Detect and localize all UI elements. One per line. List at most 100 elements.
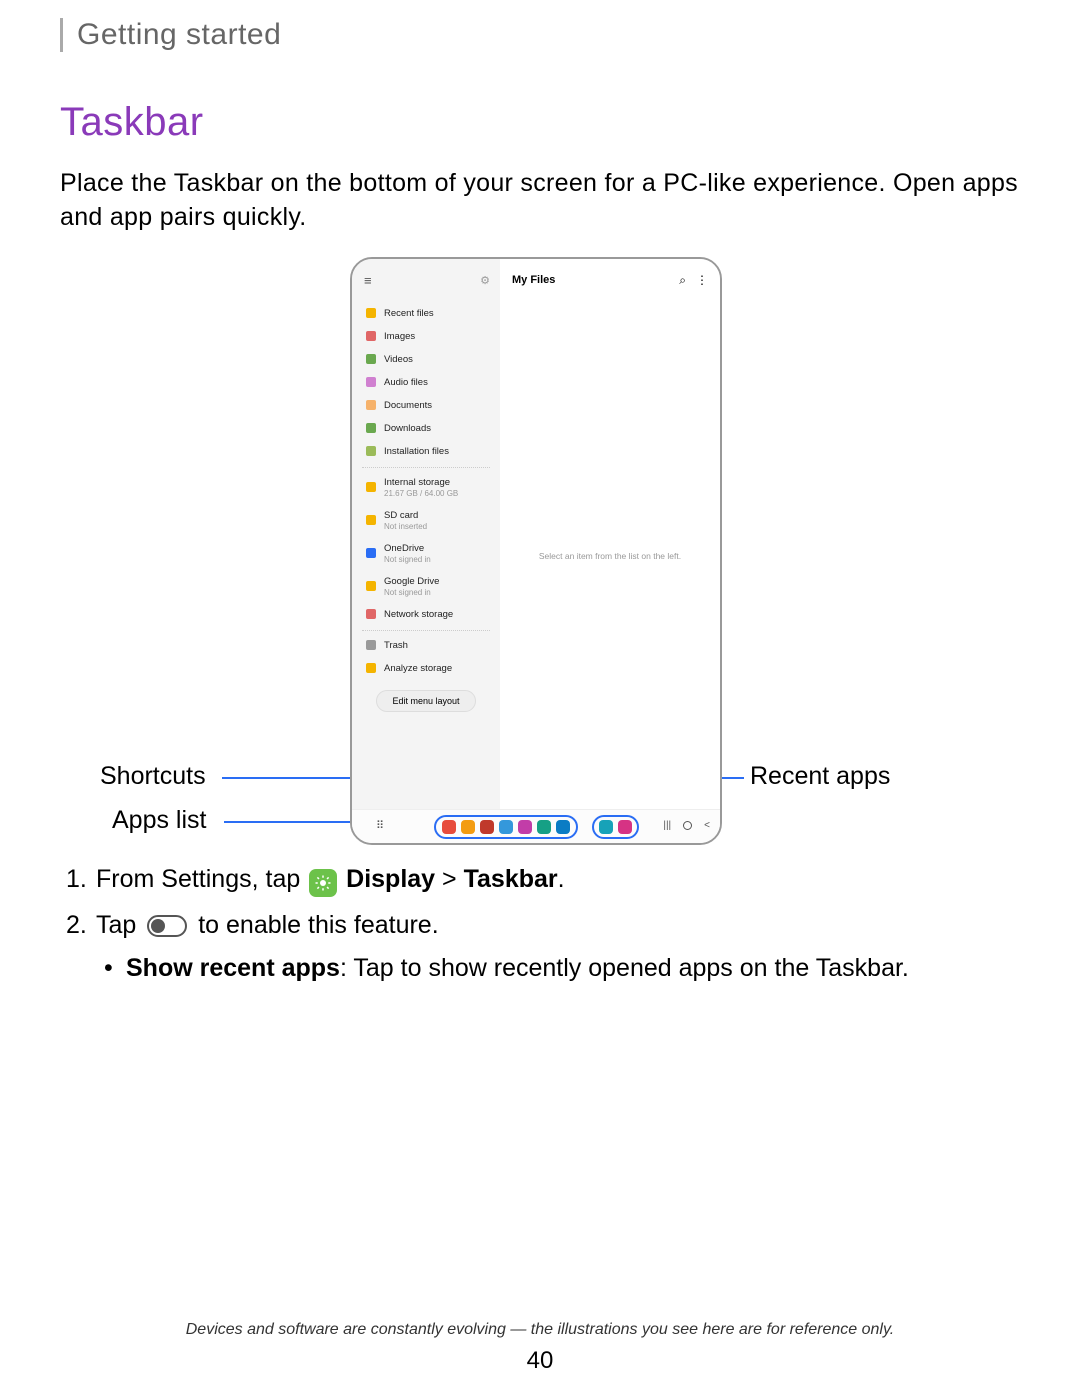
category-icon (366, 515, 376, 525)
text-bold: Taskbar (464, 865, 558, 893)
callout-shortcuts: Shortcuts (100, 762, 206, 791)
taskbar-shortcuts (434, 815, 578, 839)
sidebar-item-label: Images (384, 331, 415, 342)
taskbar-app-icon[interactable] (499, 820, 513, 834)
sidebar-item[interactable]: Downloads (352, 417, 500, 440)
category-icon (366, 663, 376, 673)
taskbar-app-icon[interactable] (599, 820, 613, 834)
empty-hint: Select an item from the list on the left… (500, 551, 720, 561)
sidebar-item-label: Documents (384, 400, 432, 411)
sidebar-item-label: Analyze storage (384, 663, 452, 674)
taskbar-app-icon[interactable] (518, 820, 532, 834)
category-icon (366, 581, 376, 591)
taskbar-app-icon[interactable] (537, 820, 551, 834)
callout-apps-list: Apps list (112, 806, 206, 835)
hamburger-icon[interactable]: ≡ (364, 273, 372, 288)
category-icon (366, 400, 376, 410)
taskbar-recent (592, 815, 639, 839)
manual-page: Getting started Taskbar Place the Taskba… (0, 0, 1080, 1397)
text: > (435, 865, 464, 893)
category-icon (366, 331, 376, 341)
pane-title: My Files (512, 274, 555, 286)
sidebar-item-label: Recent files (384, 308, 434, 319)
step-1: 1. From Settings, tap Display > Taskbar. (60, 865, 1035, 897)
text: From Settings, tap (96, 865, 307, 893)
sidebar-item[interactable]: Audio files (352, 371, 500, 394)
taskbar-app-icon[interactable] (442, 820, 456, 834)
page-number: 40 (0, 1347, 1080, 1375)
sidebar-item[interactable]: Videos (352, 348, 500, 371)
sidebar-item[interactable]: Trash (352, 634, 500, 657)
category-icon (366, 423, 376, 433)
sidebar-item[interactable]: Images (352, 325, 500, 348)
sidebar-item-label: Internal storage21.67 GB / 64.00 GB (384, 477, 458, 498)
more-icon[interactable]: ⋮ (696, 273, 708, 287)
sidebar-item[interactable]: Network storage (352, 603, 500, 626)
text: . (558, 865, 565, 893)
file-main-pane: My Files ⌕ ⋮ Select an item from the lis… (500, 259, 720, 843)
breadcrumb: Getting started (77, 18, 1035, 52)
display-settings-icon (309, 869, 337, 897)
sidebar-item-label: Network storage (384, 609, 453, 620)
sidebar-item[interactable]: SD cardNot inserted (352, 504, 500, 537)
instruction-list: 1. From Settings, tap Display > Taskbar.… (60, 865, 1035, 983)
text-bold: Display (346, 865, 435, 893)
page-title: Taskbar (60, 100, 1035, 145)
header-container: Getting started (60, 18, 1035, 52)
taskbar-app-icon[interactable] (480, 820, 494, 834)
device-mockup: ≡ ⚙ Recent files Images Videos Audio files D… (350, 257, 722, 845)
category-icon (366, 609, 376, 619)
category-icon (366, 377, 376, 387)
step-2: 2. Tap to enable this feature. (60, 911, 1035, 940)
step-2-bullet: • Show recent apps: Tap to show recently… (104, 954, 1035, 983)
intro-paragraph: Place the Taskbar on the bottom of your … (60, 167, 1035, 235)
sidebar-item-label: Audio files (384, 377, 428, 388)
step-2-text: Tap to enable this feature. (96, 911, 439, 940)
sidebar-item[interactable]: Analyze storage (352, 657, 500, 680)
taskbar-app-icon[interactable] (618, 820, 632, 834)
sidebar-item[interactable]: Documents (352, 394, 500, 417)
text-bold: Show recent apps (126, 954, 340, 982)
callout-recent-apps: Recent apps (750, 762, 890, 791)
sidebar-item-label: OneDriveNot signed in (384, 543, 431, 564)
sidebar-item-label: Installation files (384, 446, 449, 457)
text: to enable this feature. (191, 911, 438, 939)
gear-icon[interactable]: ⚙ (480, 274, 490, 287)
bullet-icon: • (104, 954, 126, 983)
sidebar-item-label: Downloads (384, 423, 431, 434)
nav-buttons: ||| < (663, 820, 710, 831)
category-icon (366, 640, 376, 650)
sidebar-item-label: Google DriveNot signed in (384, 576, 439, 597)
step-number: 1. (60, 865, 96, 897)
category-icon (366, 482, 376, 492)
toggle-icon (147, 915, 187, 937)
figure: Shortcuts Apps list Recent apps ≡ ⚙ Rece… (60, 257, 1035, 847)
sidebar-item[interactable]: Internal storage21.67 GB / 64.00 GB (352, 471, 500, 504)
sidebar-item[interactable]: OneDriveNot signed in (352, 537, 500, 570)
sidebar-item-label: SD cardNot inserted (384, 510, 427, 531)
sidebar-item[interactable]: Google DriveNot signed in (352, 570, 500, 603)
category-icon (366, 446, 376, 456)
category-icon (366, 548, 376, 558)
category-icon (366, 308, 376, 318)
search-icon[interactable]: ⌕ (679, 273, 686, 288)
category-icon (366, 354, 376, 364)
step-1-text: From Settings, tap Display > Taskbar. (96, 865, 565, 897)
sidebar-item[interactable]: Recent files (352, 302, 500, 325)
nav-recents-icon[interactable]: ||| (663, 820, 671, 831)
sidebar-item[interactable]: Installation files (352, 440, 500, 463)
taskbar-app-icon[interactable] (556, 820, 570, 834)
apps-grid-icon[interactable]: ⠿ (376, 819, 383, 832)
text: Tap (96, 911, 143, 939)
sidebar-item-label: Trash (384, 640, 408, 651)
nav-home-icon[interactable] (683, 821, 692, 830)
nav-back-icon[interactable]: < (704, 820, 710, 831)
footer-note: Devices and software are constantly evol… (0, 1321, 1080, 1339)
step-number: 2. (60, 911, 96, 940)
file-sidebar: ≡ ⚙ Recent files Images Videos Audio files D… (352, 259, 500, 843)
edit-menu-layout-button[interactable]: Edit menu layout (376, 690, 476, 712)
sidebar-item-label: Videos (384, 354, 413, 365)
taskbar-app-icon[interactable] (461, 820, 475, 834)
bullet-text: Show recent apps: Tap to show recently o… (126, 954, 909, 983)
device-taskbar: ⠿ ||| < (352, 809, 720, 843)
